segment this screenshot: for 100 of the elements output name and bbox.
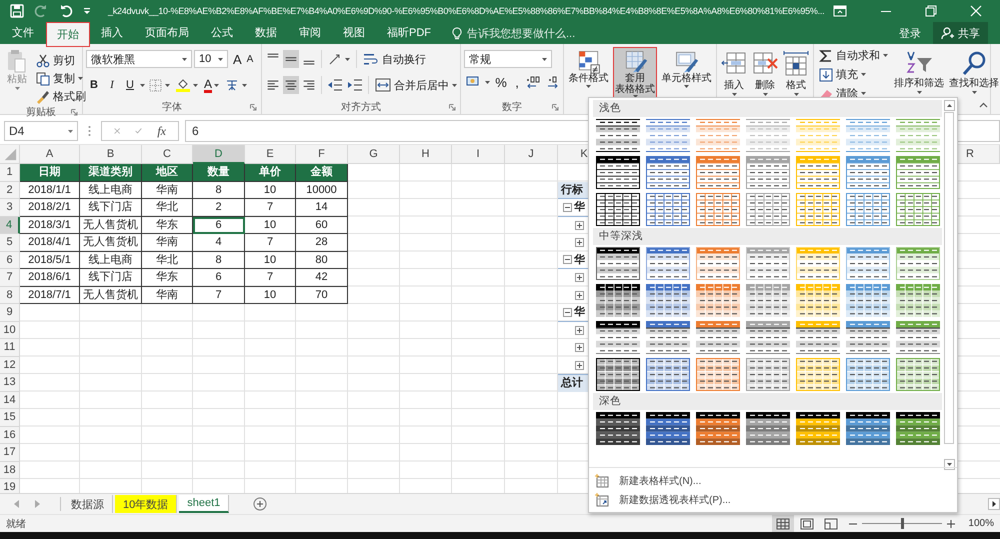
table-cell: 2018/1/1 — [20, 182, 80, 199]
row-header[interactable]: 9 — [0, 304, 20, 322]
tell-me-button[interactable]: 告诉我您想要做什么... — [452, 22, 576, 44]
font-size-field[interactable]: 10 — [194, 50, 228, 68]
row-header[interactable]: 5 — [0, 234, 20, 252]
row-header[interactable]: 12 — [0, 356, 20, 374]
table-cell: 华东 — [142, 269, 193, 286]
row-header[interactable]: 4 — [0, 216, 20, 234]
column-header[interactable]: I — [452, 145, 505, 164]
column-header[interactable]: F — [296, 145, 348, 164]
table-cell: 60 — [296, 216, 348, 234]
row-header[interactable]: 17 — [0, 444, 20, 462]
ribbon-tab[interactable]: 页面布局 — [134, 22, 200, 44]
ribbon-tab[interactable]: 视图 — [332, 22, 376, 44]
format-as-table-button[interactable]: 套用 表格格式 — [613, 47, 657, 100]
ribbon-tab[interactable]: 公式 — [200, 22, 244, 44]
section-header: 浅色 — [593, 100, 942, 117]
underline-button[interactable]: U — [122, 76, 138, 94]
comma-button[interactable]: , — [510, 74, 524, 90]
table-cell: 10 — [245, 182, 296, 199]
table-cell: 2018/3/1 — [20, 216, 80, 234]
column-header[interactable]: B — [80, 145, 142, 164]
menu-item[interactable]: 新建表格样式(N)... — [595, 473, 957, 489]
number-format-field[interactable]: 常规 — [464, 50, 552, 68]
column-header[interactable]: E — [245, 145, 296, 164]
table-cell: 华东 — [142, 216, 193, 234]
column-header[interactable]: D — [193, 145, 245, 164]
font-name-field[interactable]: 微软雅黑 — [86, 50, 192, 68]
column-header[interactable]: H — [400, 145, 452, 164]
table-cell: 2018/2/1 — [20, 199, 80, 216]
table-cell: 线下门店 — [80, 199, 142, 216]
row-header[interactable]: 11 — [0, 339, 20, 356]
ribbon-tab[interactable]: 数据 — [244, 22, 288, 44]
row-header[interactable]: 16 — [0, 426, 20, 444]
cut-button[interactable]: 剪切 — [34, 52, 88, 69]
percent-button[interactable]: % — [494, 74, 508, 90]
wrap-text-button[interactable]: 自动换行 — [361, 50, 428, 68]
format-painter-button[interactable]: 格式刷 — [34, 88, 88, 105]
sort-filter-button[interactable]: 排序和筛选 — [893, 47, 945, 102]
row-header[interactable]: 7 — [0, 269, 20, 286]
table-cell: 2018/4/1 — [20, 234, 80, 252]
share-button[interactable]: 共享 — [933, 22, 988, 44]
table-header-cell: 金额 — [296, 164, 348, 182]
menu-item[interactable]: 新建数据透视表样式(P)... — [595, 492, 957, 508]
table-cell: 7 — [245, 269, 296, 286]
table-cell: 80 — [296, 252, 348, 269]
sign-in-link[interactable]: 登录 — [899, 26, 921, 40]
find-select-button[interactable]: 查找和选择 — [948, 47, 1000, 102]
ribbon-tab[interactable]: 福昕PDF — [376, 22, 442, 44]
row-header[interactable]: 18 — [0, 462, 20, 479]
merge-center-button[interactable]: 合并后居中 — [373, 76, 459, 94]
table-cell: 6 — [193, 269, 245, 286]
row-header[interactable]: 15 — [0, 409, 20, 426]
column-header[interactable]: J — [505, 145, 558, 164]
autosum-button[interactable]: 自动求和 — [817, 47, 890, 64]
sheet-tab[interactable]: 数据源 — [63, 495, 113, 513]
table-cell: 70 — [296, 286, 348, 304]
column-header[interactable]: C — [142, 145, 193, 164]
bold-button[interactable]: B — [86, 76, 102, 94]
row-header[interactable]: 6 — [0, 252, 20, 269]
window-title: _k24dvuvk__10-%E8%AE%B2%E8%AF%BE%E7%B4%A0%E6%9D%90-%E6%95%B0%E6%8D%AE%E5%88%86%E7%BB%84%E4%B8%8E%E5%8A%A8%E6%80%81%E6%95%... — [108, 6, 826, 16]
row-header[interactable]: 19 — [0, 479, 20, 493]
ribbon-tab[interactable]: 审阅 — [288, 22, 332, 44]
group-label: 剪贴板 — [26, 106, 56, 119]
table-header-cell: 单价 — [245, 164, 296, 182]
table-cell: 7 — [245, 199, 296, 216]
table-cell: 8 — [193, 182, 245, 199]
sheet-tab[interactable]: sheet1 — [179, 495, 230, 513]
ribbon-tab[interactable]: 插入 — [90, 22, 134, 44]
column-header[interactable]: G — [348, 145, 400, 164]
ribbon-tab[interactable]: 文件 — [0, 22, 46, 44]
section-header: 中等深浅 — [593, 228, 942, 245]
decrease-font-size-button[interactable]: A — [244, 54, 256, 64]
table-cell: 华南 — [142, 234, 193, 252]
increase-font-size-button[interactable]: A — [230, 50, 242, 68]
row-header[interactable]: 8 — [0, 286, 20, 304]
copy-button[interactable]: 复制 — [34, 70, 88, 87]
font-color-button[interactable]: A — [202, 76, 222, 94]
name-box[interactable]: D4 — [4, 121, 78, 141]
table-cell: 2 — [193, 199, 245, 216]
row-header[interactable]: 1 — [0, 164, 20, 182]
column-header[interactable]: A — [20, 145, 80, 164]
section-header: 深色 — [593, 393, 942, 410]
sheet-tab[interactable]: 10年数据 — [115, 495, 178, 513]
table-cell: 2018/7/1 — [20, 286, 80, 304]
table-cell: 华北 — [142, 252, 193, 269]
row-header[interactable]: 13 — [0, 374, 20, 392]
row-header[interactable]: 14 — [0, 392, 20, 409]
row-header[interactable]: 3 — [0, 199, 20, 216]
fill-button[interactable]: 填充 — [817, 66, 890, 83]
table-cell: 10 — [245, 216, 296, 234]
table-cell: 7 — [245, 234, 296, 252]
insert-function-button[interactable]: fx — [157, 124, 166, 138]
row-header[interactable]: 10 — [0, 322, 20, 339]
row-header[interactable]: 2 — [0, 182, 20, 199]
table-cell: 2018/5/1 — [20, 252, 80, 269]
ribbon-tab[interactable]: 开始 — [46, 22, 90, 47]
table-cell: 10 — [245, 286, 296, 304]
italic-button[interactable]: I — [104, 76, 120, 94]
table-cell: 线下门店 — [80, 269, 142, 286]
